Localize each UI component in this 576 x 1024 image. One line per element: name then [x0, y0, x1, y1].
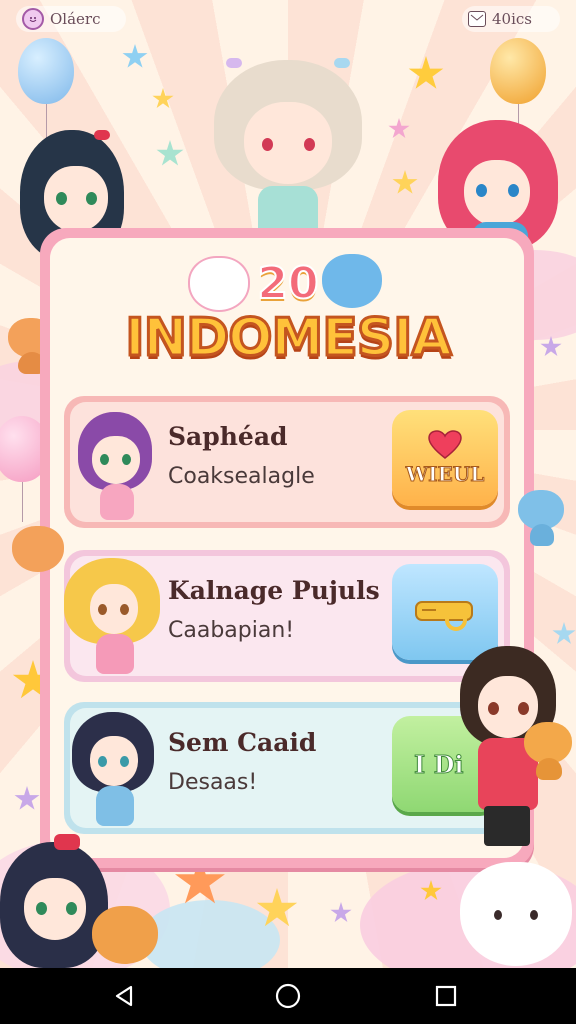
teddy-bear-right [524, 722, 574, 782]
avatar [74, 412, 158, 524]
status-right-text: 40ics [492, 10, 532, 28]
card-name: Kalnage Pujuls [168, 576, 380, 605]
teddy-bear-bottom [92, 906, 160, 968]
level-card-2[interactable]: Kalnage Pujuls Caabapian! [64, 550, 510, 682]
status-right-chip[interactable]: 40ics [462, 6, 560, 32]
card-1-action-button[interactable]: WIEUL [392, 410, 498, 506]
heart-icon [428, 430, 462, 460]
card-name: Sem Caaid [168, 728, 317, 757]
card-subtitle: Coaksealagle [168, 464, 315, 489]
teddy-bear-left-2 [12, 526, 66, 584]
character-center-top [200, 50, 376, 250]
level-card-3[interactable]: Sem Caaid Desaas! I Di [64, 702, 510, 834]
title-number: 20 [256, 257, 319, 310]
card-name: Saphéad [168, 422, 288, 451]
card-subtitle: Caabapian! [168, 618, 295, 643]
mail-icon [468, 11, 486, 27]
home-icon[interactable] [274, 982, 302, 1010]
back-icon[interactable] [110, 982, 138, 1010]
blue-bear-right [518, 490, 566, 550]
level-card-1[interactable]: Saphéad Coaksealagle WIEUL [64, 396, 510, 528]
card-subtitle: Desaas! [168, 770, 258, 795]
recents-icon[interactable] [432, 982, 460, 1010]
avatar [64, 558, 162, 682]
page-title: INDOMESIA [124, 307, 454, 370]
smiley-icon [22, 8, 44, 30]
orange-balloon [490, 38, 546, 144]
white-bear-bottom-right [460, 862, 576, 968]
status-left-chip[interactable]: Oláerc [16, 6, 126, 32]
key-icon [412, 592, 478, 632]
cloud-decoration [140, 900, 280, 968]
card-1-button-label: WIEUL [405, 462, 485, 487]
system-nav-bar [0, 968, 576, 1024]
status-left-text: Oláerc [50, 10, 101, 28]
blue-balloon [18, 38, 74, 144]
avatar [72, 712, 158, 832]
